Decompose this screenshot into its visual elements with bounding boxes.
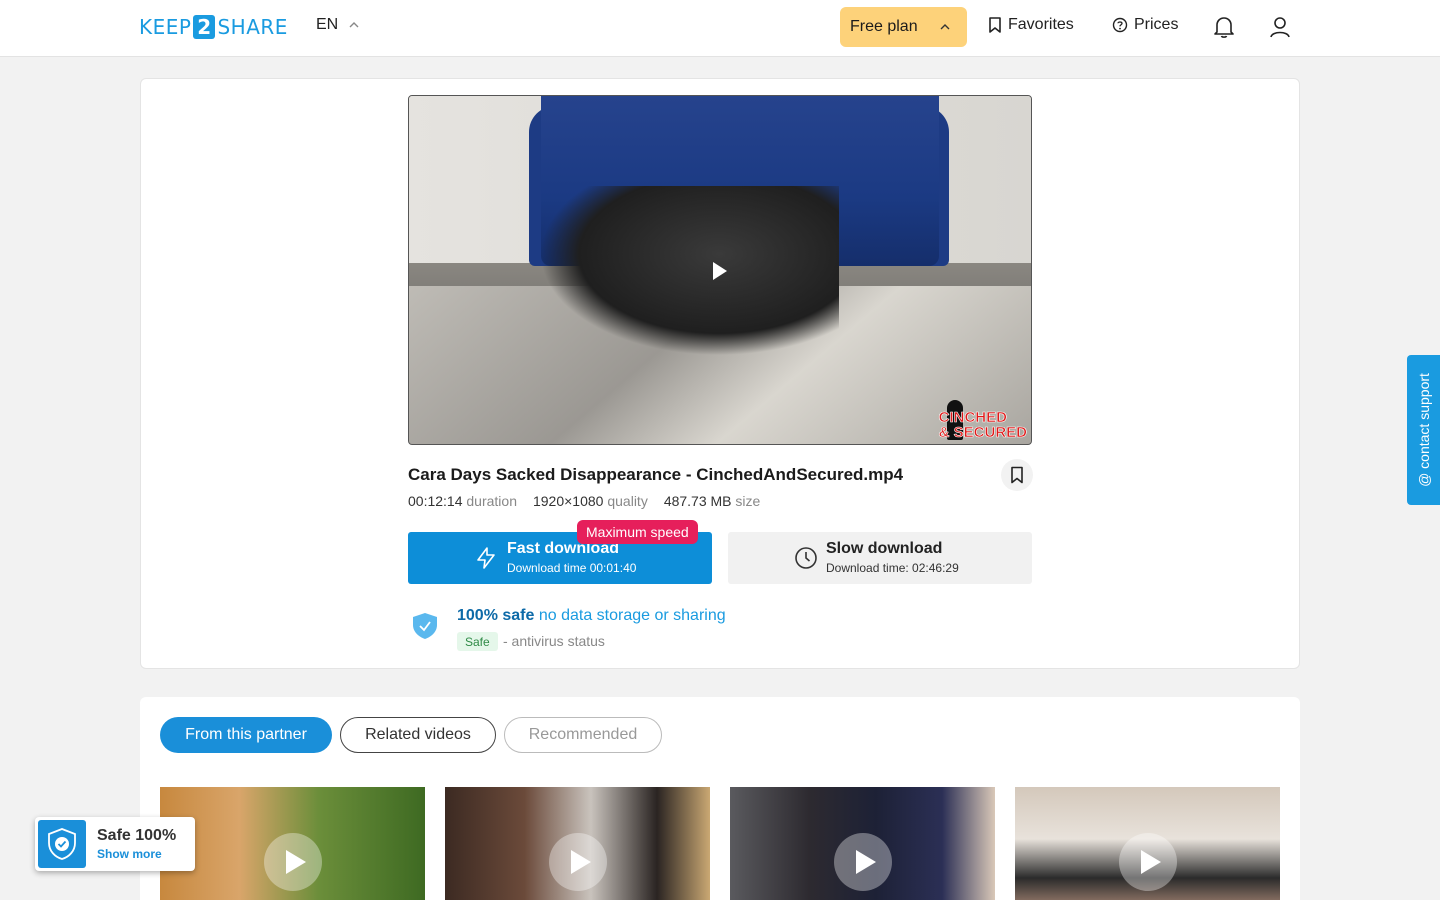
safety-headline-rest: no data storage or sharing xyxy=(534,607,726,624)
contact-support-label: @ contact support xyxy=(1415,373,1432,487)
logo-number: 2 xyxy=(193,15,216,39)
safe-badge-widget[interactable]: Safe 100% Show more xyxy=(35,817,195,871)
logo-text-right: SHARE xyxy=(217,15,288,39)
slow-download-title: Slow download xyxy=(826,540,943,557)
video-frame-subject xyxy=(539,186,839,356)
play-circle-icon xyxy=(1119,833,1177,891)
antivirus-status-label: - antivirus status xyxy=(503,633,605,649)
file-card: CINCHED & SECURED Cara Days Sacked Disap… xyxy=(140,78,1300,669)
video-thumbnail[interactable] xyxy=(160,787,425,900)
fast-download-time: Download time 00:01:40 xyxy=(507,561,637,575)
keep2share-logo[interactable]: KEEP 2 SHARE xyxy=(139,14,288,40)
tab-recommended[interactable]: Recommended xyxy=(504,717,662,753)
duration-value: 00:12:14 xyxy=(408,493,463,509)
clock-icon xyxy=(795,547,817,569)
quality-info: 1920×1080 quality xyxy=(533,493,648,509)
free-plan-label: Free plan xyxy=(850,18,918,35)
safety-headline: 100% safe no data storage or sharing xyxy=(457,607,726,625)
prices-label: Prices xyxy=(1134,16,1179,33)
chevron-up-icon xyxy=(349,22,359,28)
language-label: EN xyxy=(316,16,339,33)
slow-download-button[interactable]: Slow download Download time: 02:46:29 xyxy=(728,532,1032,584)
video-watermark: CINCHED & SECURED xyxy=(938,409,1027,441)
size-label: size xyxy=(735,493,761,509)
prices-link[interactable]: Prices xyxy=(1112,16,1178,34)
watermark-line: & SECURED xyxy=(938,424,1027,441)
question-circle-icon xyxy=(1112,17,1128,33)
quality-label: quality xyxy=(607,493,648,509)
favorites-label: Favorites xyxy=(1008,16,1074,33)
notifications-button[interactable] xyxy=(1212,14,1236,40)
related-section: From this partner Related videos Recomme… xyxy=(140,697,1300,900)
tab-from-this-partner[interactable]: From this partner xyxy=(160,717,332,753)
logo-text-left: KEEP xyxy=(139,15,192,39)
bell-icon xyxy=(1214,17,1234,38)
size-info: 487.73 MB size xyxy=(664,493,761,509)
play-circle-icon xyxy=(834,833,892,891)
top-header: KEEP 2 SHARE EN Free plan Favorites Pric… xyxy=(0,0,1440,57)
play-icon[interactable] xyxy=(713,262,727,280)
bookmark-icon xyxy=(989,17,1001,33)
bookmark-icon xyxy=(1011,466,1023,484)
antivirus-safe-badge: Safe xyxy=(457,632,498,651)
user-icon xyxy=(1270,17,1290,38)
watermark-line: CINCHED xyxy=(938,409,1007,426)
quality-value: 1920×1080 xyxy=(532,493,604,509)
duration-label: duration xyxy=(466,493,517,509)
shield-check-icon xyxy=(413,613,437,639)
contact-support-tab[interactable]: @ contact support xyxy=(1407,355,1440,505)
safe-widget-title: Safe 100% xyxy=(97,827,177,844)
maximum-speed-badge: Maximum speed xyxy=(577,520,698,544)
file-meta: 00:12:14 duration 1920×1080 quality 487.… xyxy=(408,493,760,509)
add-to-favorites-button[interactable] xyxy=(1001,459,1033,491)
slow-download-time: Download time: 02:46:29 xyxy=(826,561,959,575)
safety-info: 100% safe no data storage or sharing Saf… xyxy=(411,607,911,657)
language-selector[interactable]: EN xyxy=(316,16,360,34)
video-thumbnail[interactable] xyxy=(730,787,995,900)
chevron-up-icon xyxy=(940,24,950,30)
duration-info: 00:12:14 duration xyxy=(408,493,517,509)
shield-check-icon xyxy=(48,828,76,860)
size-value: 487.73 MB xyxy=(663,493,732,509)
safe-widget-show-more-link[interactable]: Show more xyxy=(97,847,162,861)
account-button[interactable] xyxy=(1268,14,1292,40)
lightning-icon xyxy=(477,547,495,569)
video-player[interactable]: CINCHED & SECURED xyxy=(408,95,1032,445)
shield-badge xyxy=(38,820,86,868)
play-circle-icon xyxy=(549,833,607,891)
file-title: Cara Days Sacked Disappearance - Cinched… xyxy=(408,465,904,484)
video-thumbnail[interactable] xyxy=(1015,787,1280,900)
play-circle-icon xyxy=(264,833,322,891)
video-thumbnail[interactable] xyxy=(445,787,710,900)
tab-related-videos[interactable]: Related videos xyxy=(340,717,496,753)
free-plan-button[interactable]: Free plan xyxy=(840,7,967,47)
safety-headline-bold: 100% safe xyxy=(457,607,535,624)
favorites-link[interactable]: Favorites xyxy=(988,16,1074,34)
